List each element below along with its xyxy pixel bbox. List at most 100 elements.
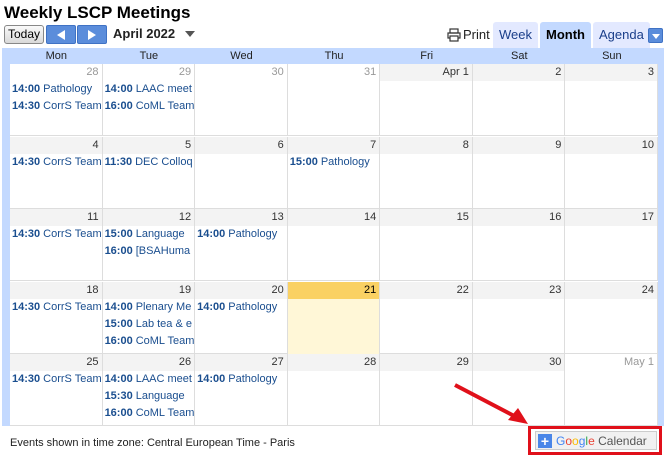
- day-number[interactable]: 10: [565, 136, 657, 154]
- calendar-event[interactable]: 14:00 Pathology: [10, 81, 102, 98]
- day-number[interactable]: 28: [287, 354, 380, 372]
- day-number[interactable]: 11: [10, 209, 102, 227]
- day-number[interactable]: 25: [10, 354, 102, 372]
- day-number[interactable]: 4: [10, 136, 102, 154]
- day-number[interactable]: 24: [565, 281, 657, 299]
- day-number[interactable]: 23: [472, 281, 565, 299]
- day-number[interactable]: 30: [472, 354, 565, 372]
- calendar-event[interactable]: 14:00 Pathology: [195, 371, 287, 388]
- day-cell[interactable]: 7 15:00 Pathology: [287, 136, 381, 209]
- tab-month[interactable]: Month: [540, 22, 591, 48]
- calendar-event[interactable]: 16:00 CoML Team: [103, 98, 195, 115]
- prev-month-button[interactable]: [46, 25, 76, 44]
- day-number[interactable]: 3: [565, 64, 657, 81]
- day-number[interactable]: 19: [102, 281, 195, 299]
- day-cell[interactable]: 17: [565, 209, 658, 282]
- next-month-button[interactable]: [77, 25, 107, 44]
- day-cell[interactable]: 13 14:00 Pathology: [195, 209, 288, 282]
- calendar-event[interactable]: 16:00 [BSAHuma: [103, 243, 195, 260]
- calendar-event[interactable]: 15:00 Pathology: [288, 154, 380, 171]
- day-cell[interactable]: 10: [565, 136, 658, 209]
- calendar-event[interactable]: 14:00 LAAC meet: [103, 371, 195, 388]
- day-number[interactable]: 27: [195, 354, 287, 372]
- calendar-event[interactable]: 15:00 Lab tea & e: [103, 316, 195, 333]
- day-cell[interactable]: 29 14:00 LAAC meet 16:00 CoML Team: [102, 64, 196, 136]
- day-cell[interactable]: 9: [472, 136, 566, 209]
- day-number[interactable]: 22: [380, 281, 472, 299]
- day-cell[interactable]: 19 14:00 Plenary Me 15:00 Lab tea & e 16:00 Co…: [102, 281, 196, 354]
- day-number[interactable]: 26: [102, 354, 195, 372]
- print-button[interactable]: Print: [447, 27, 490, 42]
- calendar-event[interactable]: 14:00 Pathology: [195, 226, 287, 243]
- day-number[interactable]: 5: [102, 136, 195, 154]
- calendar-event[interactable]: 16:00 CoML Team: [103, 333, 195, 350]
- day-cell[interactable]: 24: [565, 281, 658, 354]
- calendar-event[interactable]: 11:30 DEC Colloq: [103, 154, 195, 171]
- day-cell[interactable]: 25 14:30 CorrS Team: [10, 354, 103, 427]
- month-dropdown-icon[interactable]: [185, 31, 195, 37]
- day-number[interactable]: 7: [287, 136, 380, 154]
- calendar-event[interactable]: 14:30 CorrS Team: [10, 226, 102, 243]
- day-cell[interactable]: 21: [287, 281, 381, 354]
- day-cell[interactable]: 30: [195, 64, 288, 136]
- day-cell[interactable]: 27 14:00 Pathology: [195, 354, 288, 427]
- calendar-event[interactable]: 15:00 Language: [103, 226, 195, 243]
- today-button[interactable]: Today: [4, 25, 45, 44]
- tab-agenda[interactable]: Agenda: [593, 22, 650, 48]
- day-cell[interactable]: 12 15:00 Language 16:00 [BSAHuma: [102, 209, 196, 282]
- day-number[interactable]: 15: [380, 209, 472, 227]
- day-cell[interactable]: 11 14:30 CorrS Team: [10, 209, 103, 282]
- day-number[interactable]: 14: [287, 209, 380, 227]
- day-cell[interactable]: 3: [565, 64, 658, 136]
- day-number[interactable]: Apr 1: [380, 64, 472, 81]
- day-cell[interactable]: 5 11:30 DEC Colloq: [102, 136, 196, 209]
- day-cell[interactable]: 28: [287, 354, 381, 427]
- day-number[interactable]: 29: [380, 354, 472, 372]
- calendar-event[interactable]: 14:00 Plenary Me: [103, 299, 195, 316]
- calendar-event[interactable]: 14:00 Pathology: [195, 299, 287, 316]
- calendar-event[interactable]: 14:30 CorrS Team: [10, 154, 102, 171]
- view-menu-button[interactable]: [648, 28, 663, 43]
- day-number[interactable]: 9: [472, 136, 565, 154]
- day-cell[interactable]: 16: [472, 209, 566, 282]
- day-cell[interactable]: 14: [287, 209, 381, 282]
- day-number[interactable]: 31: [287, 64, 380, 81]
- day-number[interactable]: 21: [287, 281, 380, 299]
- calendar-event[interactable]: 15:30 Language: [103, 388, 195, 405]
- day-cell[interactable]: 28 14:00 Pathology 14:30 CorrS Team: [10, 64, 103, 136]
- day-cell[interactable]: 8: [380, 136, 473, 209]
- day-number[interactable]: 16: [472, 209, 565, 227]
- day-cell[interactable]: 26 14:00 LAAC meet 15:30 Language 16:00 CoML T…: [102, 354, 196, 427]
- day-cell[interactable]: 15: [380, 209, 473, 282]
- day-number[interactable]: 18: [10, 281, 102, 299]
- day-cell[interactable]: 18 14:30 CorrS Team: [10, 281, 103, 354]
- day-number[interactable]: 28: [10, 64, 102, 81]
- day-number[interactable]: May 1: [565, 354, 657, 372]
- calendar-event[interactable]: 16:00 CoML Team: [103, 405, 195, 422]
- day-cell[interactable]: May 1: [565, 354, 658, 427]
- day-number[interactable]: 8: [380, 136, 472, 154]
- day-number[interactable]: 29: [102, 64, 195, 81]
- day-cell[interactable]: 23: [472, 281, 566, 354]
- day-cell[interactable]: 20 14:00 Pathology: [195, 281, 288, 354]
- day-number[interactable]: 6: [195, 136, 287, 154]
- calendar-event[interactable]: 14:00 LAAC meet: [103, 81, 195, 98]
- event-time: 15:00: [104, 317, 133, 330]
- calendar-event[interactable]: 14:30 CorrS Team: [10, 371, 102, 388]
- day-cell[interactable]: 2: [472, 64, 566, 136]
- day-number[interactable]: 17: [565, 209, 657, 227]
- day-cell[interactable]: Apr 1: [380, 64, 473, 136]
- calendar-event[interactable]: 14:30 CorrS Team: [10, 299, 102, 316]
- day-number[interactable]: 30: [195, 64, 287, 81]
- day-cell[interactable]: 4 14:30 CorrS Team: [10, 136, 103, 209]
- add-to-google-calendar-button[interactable]: + Google Calendar: [535, 431, 657, 450]
- tab-week[interactable]: Week: [493, 22, 538, 48]
- day-number[interactable]: 12: [102, 209, 195, 227]
- day-cell[interactable]: 6: [195, 136, 288, 209]
- day-number[interactable]: 13: [195, 209, 287, 227]
- calendar-event[interactable]: 14:30 CorrS Team: [10, 98, 102, 115]
- day-cell[interactable]: 31: [287, 64, 381, 136]
- day-number[interactable]: 20: [195, 281, 287, 299]
- day-number[interactable]: 2: [472, 64, 565, 81]
- day-cell[interactable]: 22: [380, 281, 473, 354]
